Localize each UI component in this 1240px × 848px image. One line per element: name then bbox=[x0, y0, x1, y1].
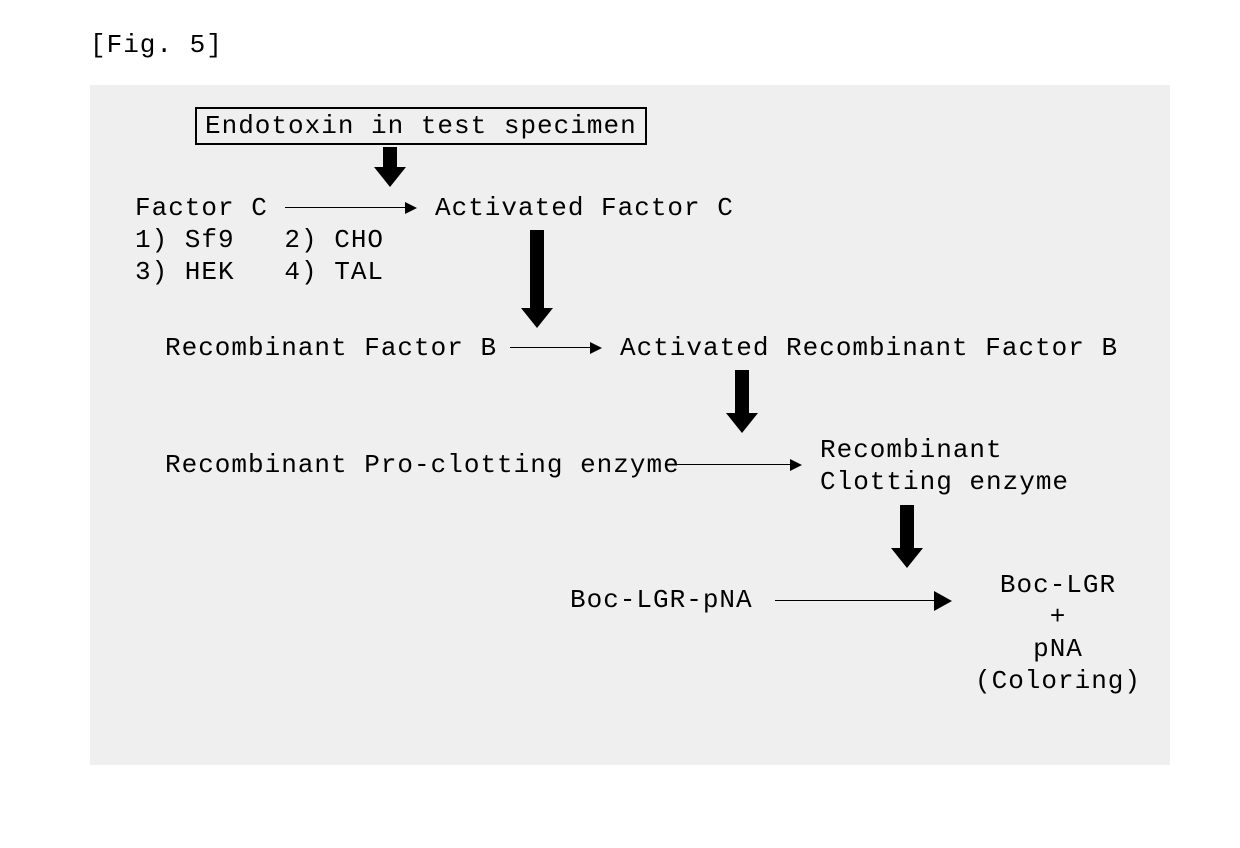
arrow-factorb-to-activated-factorb bbox=[510, 347, 600, 348]
arrow-clotting-to-substrate bbox=[900, 505, 914, 550]
arrow-endotoxin-to-factor-c bbox=[383, 147, 397, 169]
recombinant-clotting-l2: Clotting enzyme bbox=[820, 467, 1069, 497]
product-line3: pNA bbox=[968, 634, 1148, 664]
diagram-panel: Endotoxin in test specimen Factor C 1) S… bbox=[90, 85, 1170, 765]
arrow-factorc-to-activated-factorc bbox=[285, 207, 415, 208]
arrow-proclotting-to-clotting bbox=[675, 464, 800, 465]
endotoxin-box: Endotoxin in test specimen bbox=[195, 107, 647, 145]
arrow-activated-factorb-to-proclotting bbox=[735, 370, 749, 415]
arrow-activated-factorc-to-factorb bbox=[530, 230, 544, 310]
activated-factor-c-label: Activated Factor C bbox=[435, 193, 734, 223]
recombinant-pro-clotting-label: Recombinant Pro-clotting enzyme bbox=[165, 450, 680, 480]
recombinant-clotting-l1: Recombinant bbox=[820, 435, 1003, 465]
page: [Fig. 5] Endotoxin in test specimen Fact… bbox=[0, 0, 1240, 848]
figure-caption: [Fig. 5] bbox=[90, 30, 223, 60]
substrate-label: Boc-LGR-pNA bbox=[570, 585, 753, 615]
product-line2: + bbox=[968, 602, 1148, 632]
factor-c-sources-1: 1) Sf9 2) CHO bbox=[135, 225, 384, 255]
product-line4: (Coloring) bbox=[968, 666, 1148, 696]
factor-c-sources-2: 3) HEK 4) TAL bbox=[135, 257, 384, 287]
recombinant-factor-b-label: Recombinant Factor B bbox=[165, 333, 497, 363]
product-line1: Boc-LGR bbox=[968, 570, 1148, 600]
activated-recombinant-factor-b-label: Activated Recombinant Factor B bbox=[620, 333, 1118, 363]
arrow-substrate-to-products bbox=[775, 600, 950, 601]
factor-c-label: Factor C bbox=[135, 193, 268, 223]
